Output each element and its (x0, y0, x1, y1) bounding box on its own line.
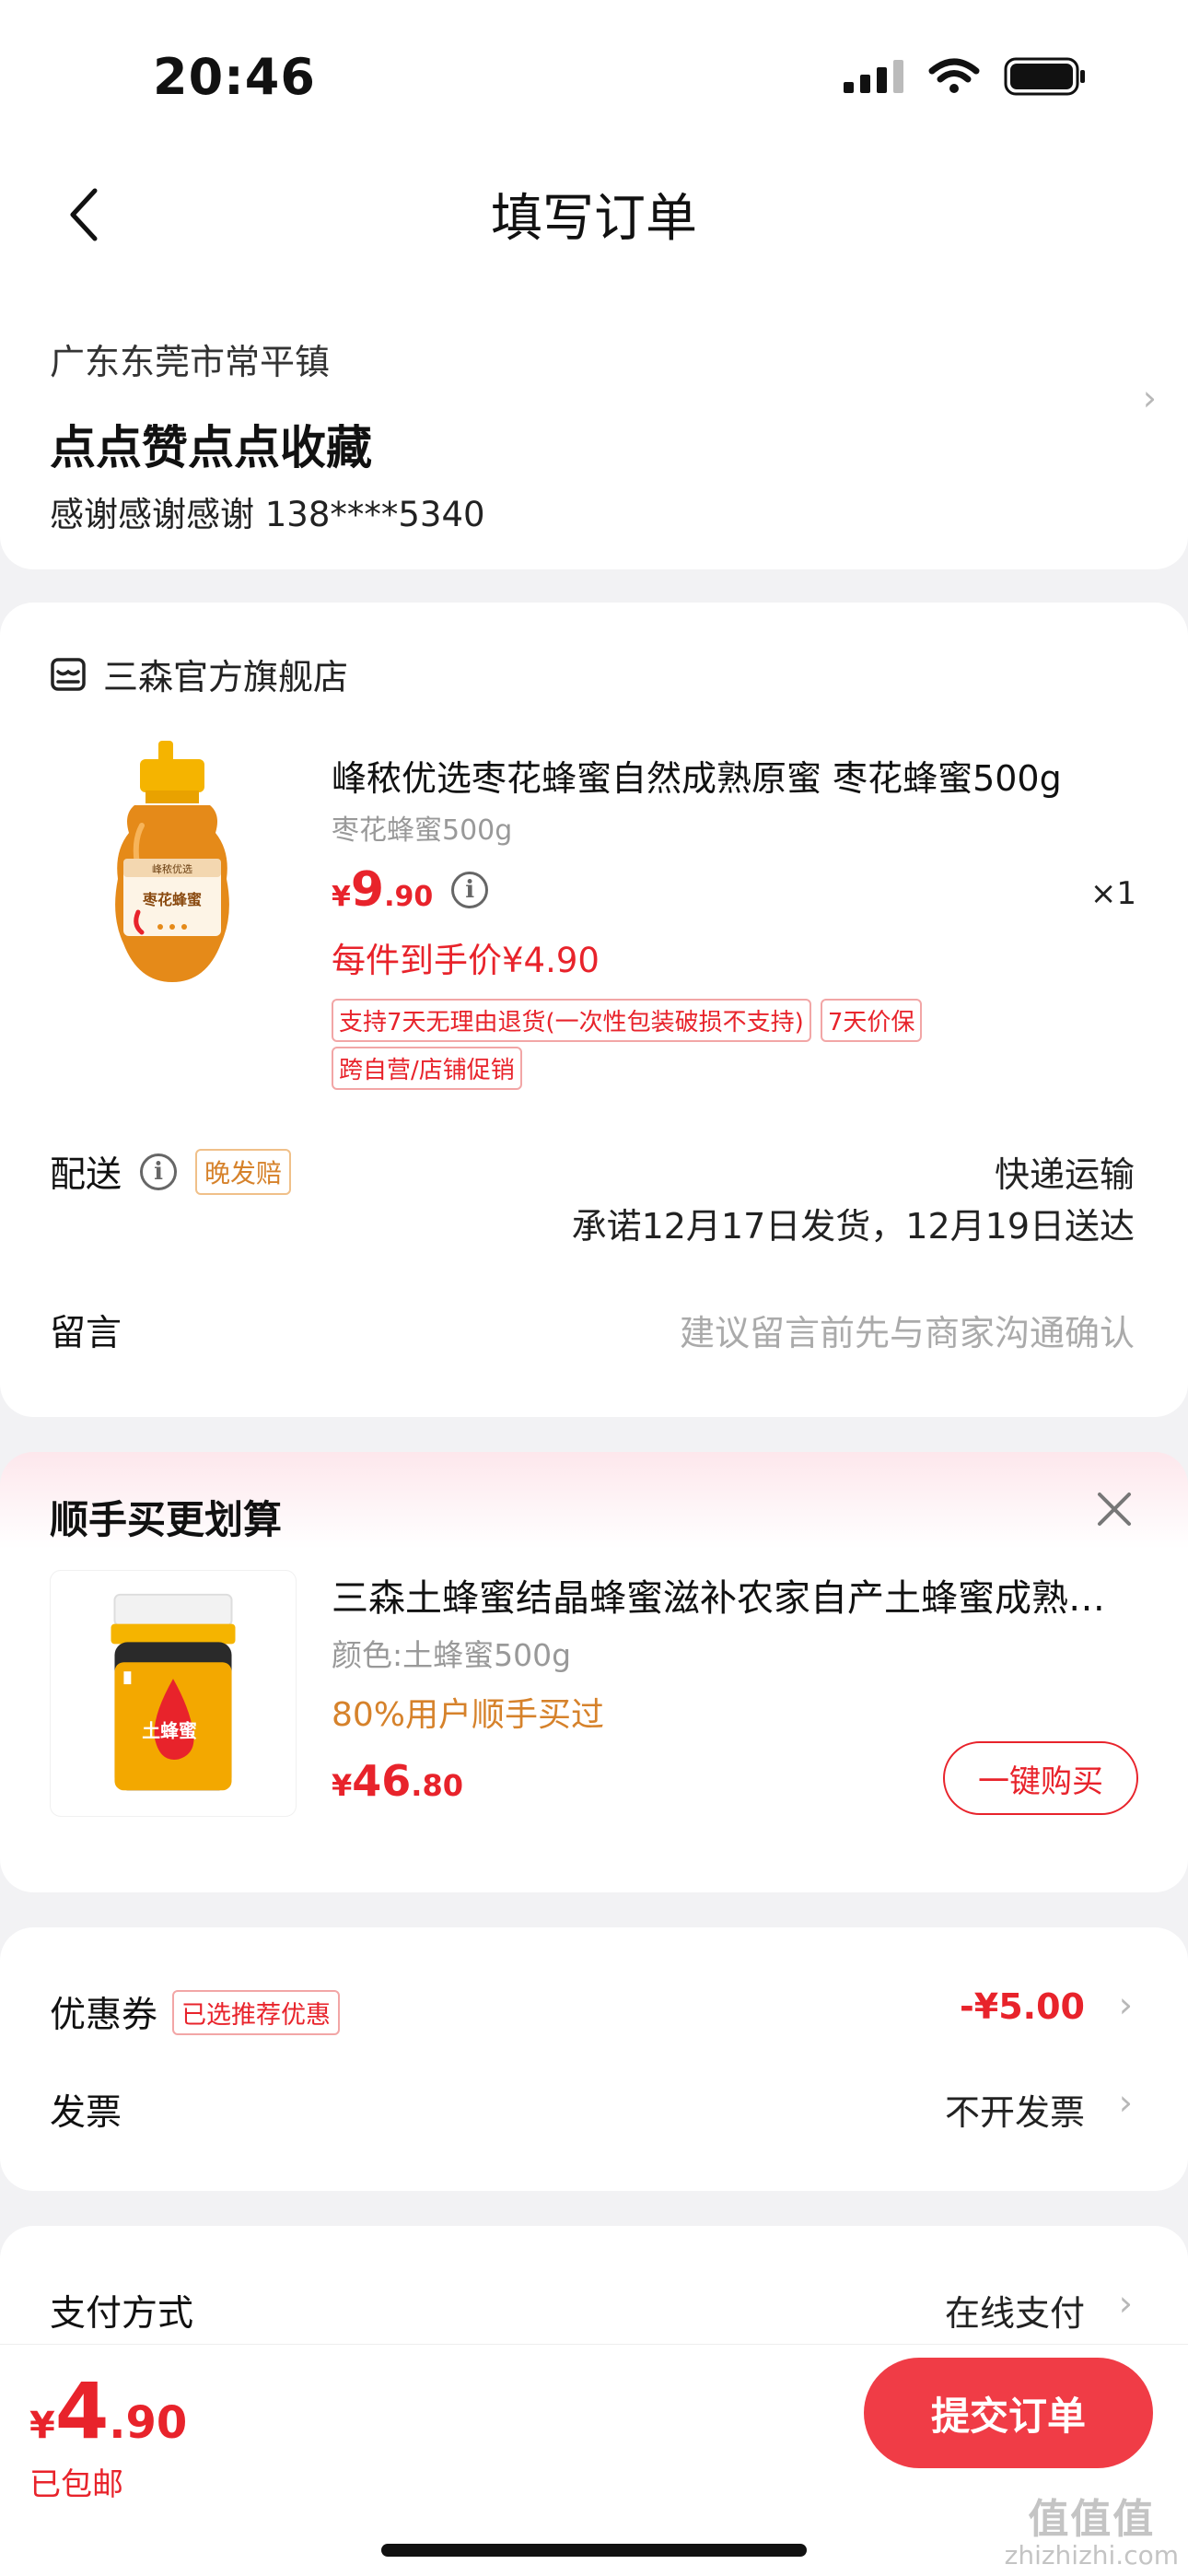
price-decimal: .90 (384, 881, 434, 913)
store-icon (51, 657, 86, 691)
free-shipping-label: 已包邮 (29, 2466, 123, 2503)
store-card: 三森官方旗舰店 峰秾优选 枣花蜂蜜 峰秾优选枣花蜂蜜自然成熟原蜜 枣花蜂蜜500… (0, 603, 1188, 1417)
wifi-icon (928, 58, 980, 93)
recommendation-spec: 颜色:土蜂蜜500g (332, 1637, 572, 1673)
product-title[interactable]: 峰秾优选枣花蜂蜜自然成熟原蜜 枣花蜂蜜500g (332, 750, 1142, 801)
rec-price-decimal: .80 (411, 1768, 463, 1803)
rec-price-integer: 46 (352, 1756, 412, 1806)
payment-value[interactable]: 在线支付 (945, 2285, 1085, 2336)
promo-tags: 跨自营/店铺促销 (332, 1047, 531, 1090)
message-label: 留言 (50, 1313, 122, 1354)
message-input[interactable]: 建议留言前先与商家沟通确认 (680, 1305, 1135, 1355)
home-indicator[interactable] (381, 2544, 807, 2557)
chevron-right-icon: › (1118, 2082, 1133, 2123)
watermark-url: zhizhizhi.com (1004, 2539, 1179, 2570)
chevron-right-icon: › (1118, 1985, 1133, 2025)
page-title: 填写订单 (491, 189, 697, 249)
coupon-row[interactable]: 优惠券 已选推荐优惠 (50, 1986, 341, 2038)
delivery-promise: 承诺12月17日发货，12月19日送达 (571, 1206, 1135, 1247)
rec-price-currency: ¥ (332, 1768, 353, 1803)
signal-icon (844, 60, 903, 93)
checkout-bar: ¥ 4 .90 已包邮 提交订单 值值值 zhizhizhi.com (0, 2344, 1188, 2576)
product-image-label: 枣花蜂蜜 (142, 891, 202, 908)
tag-price-protect: 7天价保 (820, 999, 923, 1042)
per-item-price: 每件到手价¥4.90 (332, 941, 600, 980)
one-click-buy-button[interactable]: 一键购买 (943, 1741, 1138, 1815)
payment-label: 支付方式 (50, 2293, 194, 2335)
total-price: ¥ 4 .90 (29, 2372, 187, 2450)
discount-card: 优惠券 已选推荐优惠 -¥5.00 › 发票 不开发票 › (0, 1927, 1188, 2191)
tag-promo: 跨自营/店铺促销 (332, 1047, 522, 1090)
recommendation-price: ¥ 46 .80 (332, 1756, 463, 1806)
nav-bar: 填写订单 (0, 157, 1188, 276)
product-price: ¥ 9 .90 i (332, 862, 489, 918)
price-info-icon[interactable]: i (451, 872, 489, 908)
recommendation-product-name[interactable]: 三森土蜂蜜结晶蜂蜜滋补农家自产土蜂蜜成熟蜂蜜 (332, 1568, 1124, 1622)
recommendation-image[interactable]: 土蜂蜜 (50, 1570, 297, 1817)
chevron-right-icon: › (1118, 2283, 1133, 2324)
recommendation-title: 顺手买更划算 (50, 1497, 283, 1542)
status-icons (844, 57, 1087, 96)
address-contact: 感谢感谢感谢 138****5340 (50, 495, 485, 534)
total-integer: 4 (54, 2366, 110, 2456)
address-card[interactable]: 广东东莞市常平镇 点点赞点点收藏 感谢感谢感谢 138****5340 › (0, 276, 1188, 569)
delivery-label-group: 配送 i 晚发赔 (50, 1146, 292, 1198)
tag-return: 支持7天无理由退货(一次性包装破损不支持) (332, 999, 811, 1042)
store-name: 三森官方旗舰店 (103, 657, 349, 697)
watermark-glyphs: 值值值 (1028, 2496, 1156, 2544)
product-spec: 枣花蜂蜜500g (332, 814, 513, 847)
invoice-value[interactable]: 不开发票 (945, 2084, 1085, 2135)
total-currency: ¥ (29, 2405, 55, 2447)
watermark: 值值值 zhizhizhi.com (1005, 2499, 1179, 2569)
status-time: 20:46 (153, 48, 316, 106)
coupon-value[interactable]: -¥5.00 (960, 1986, 1085, 2027)
coupon-badge: 已选推荐优惠 (172, 1989, 341, 2035)
status-bar: 20:46 (0, 0, 1188, 157)
address-region: 广东东莞市常平镇 (50, 342, 331, 382)
submit-order-button[interactable]: 提交订单 (864, 2358, 1153, 2468)
delivery-label: 配送 (50, 1154, 122, 1196)
invoice-label: 发票 (50, 2092, 122, 2134)
recommendation-social-proof: 80%用户顺手买过 (332, 1696, 605, 1734)
product-image-top-label: 峰秾优选 (152, 863, 192, 875)
price-integer: 9 (350, 862, 385, 918)
recommendation-card: 顺手买更划算 土蜂蜜 三森土蜂蜜结晶蜂蜜滋补农家自产土蜂蜜成熟蜂蜜 颜色:土蜂蜜… (0, 1452, 1188, 1892)
product-image[interactable]: 峰秾优选 枣花蜂蜜 (50, 741, 295, 989)
late-compensation-badge: 晚发赔 (195, 1149, 292, 1195)
store-header[interactable]: 三森官方旗舰店 (50, 649, 348, 699)
service-tags: 支持7天无理由退货(一次性包装破损不支持) 7天价保 (332, 999, 931, 1042)
recommendation-image-label: 土蜂蜜 (142, 1721, 197, 1742)
close-icon[interactable] (1090, 1485, 1138, 1533)
chevron-right-icon: › (1142, 378, 1157, 418)
total-decimal: .90 (109, 2397, 188, 2449)
address-name: 点点赞点点收藏 (50, 421, 372, 474)
product-quantity: ×1 (1089, 875, 1136, 912)
delivery-method[interactable]: 快递运输 (995, 1146, 1135, 1197)
battery-icon (1004, 57, 1085, 96)
price-currency: ¥ (332, 881, 351, 913)
coupon-label: 优惠券 (50, 1995, 158, 2036)
delivery-info-icon[interactable]: i (140, 1153, 178, 1190)
